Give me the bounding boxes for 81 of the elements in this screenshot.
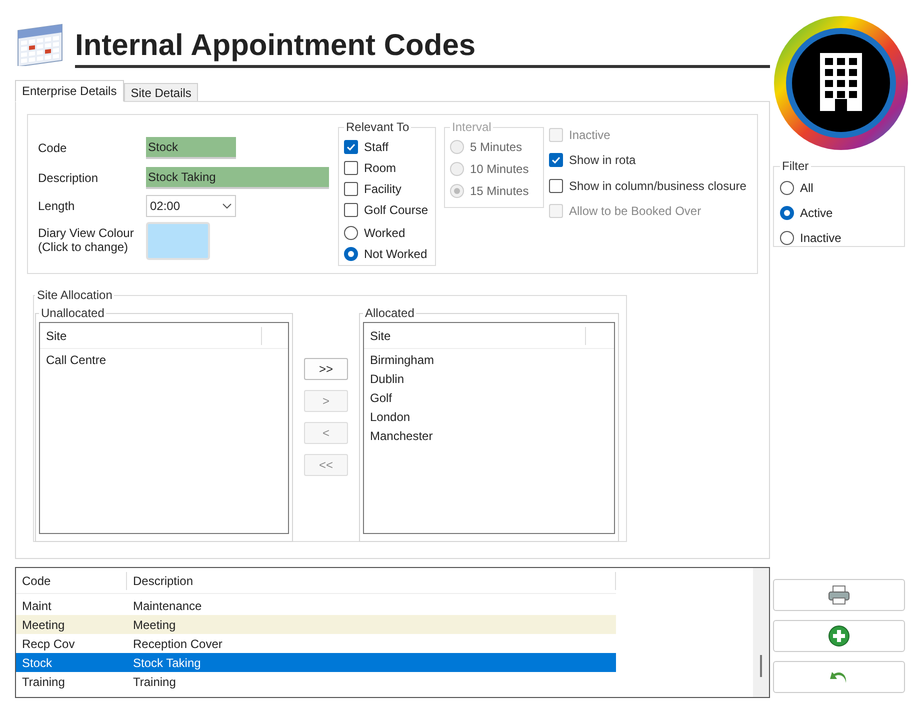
- printer-icon: [827, 585, 851, 605]
- radio-button[interactable]: [780, 230, 794, 244]
- checkbox[interactable]: [344, 160, 358, 174]
- length-dropdown[interactable]: 02:00: [146, 195, 236, 217]
- option-label: Show in rota: [569, 152, 636, 170]
- group-title: Unallocated: [40, 305, 106, 322]
- field-label: Description: [38, 170, 100, 187]
- group-title: Site Allocation: [36, 287, 114, 304]
- group-title: Relevant To: [345, 119, 410, 136]
- checkbox[interactable]: [344, 202, 358, 216]
- checkbox[interactable]: [344, 182, 358, 196]
- column-header[interactable]: Description: [127, 572, 616, 590]
- site-item[interactable]: Birmingham: [370, 351, 614, 369]
- option-label: Inactive: [800, 230, 842, 246]
- table-cell-text: Stock Taking: [132, 654, 201, 672]
- tab[interactable]: Enterprise Details: [15, 80, 124, 102]
- table-row[interactable]: Training Training: [16, 672, 616, 691]
- option-label: Not Worked: [364, 246, 428, 262]
- column-header[interactable]: Site: [364, 326, 586, 344]
- table-cell-text: Recp Cov: [21, 636, 76, 652]
- option-label: Inactive: [569, 126, 610, 144]
- code-field[interactable]: Stock: [146, 137, 236, 159]
- option-label: Golf Course: [364, 202, 428, 218]
- radio-button[interactable]: [780, 206, 794, 220]
- option-label: Allow to be Booked Over: [569, 203, 702, 220]
- option-label: Active: [800, 204, 833, 222]
- group-title: Allocated: [364, 305, 416, 322]
- table-row[interactable]: Maint Maintenance: [16, 596, 616, 615]
- table-cell-text: Stock: [21, 654, 54, 672]
- checkbox[interactable]: [549, 153, 563, 168]
- table-cell-text: Maint: [21, 598, 52, 614]
- group-title: Filter: [781, 158, 810, 175]
- site-item[interactable]: Call Centre: [46, 351, 288, 369]
- table-cell-text: Reception Cover: [132, 636, 222, 652]
- table-cell-text: Training: [21, 674, 66, 690]
- column-header[interactable]: Code: [16, 572, 127, 590]
- table-cell-text: Meeting: [132, 616, 176, 634]
- radio-button[interactable]: [344, 226, 358, 240]
- radio-button[interactable]: [344, 246, 358, 260]
- site-item[interactable]: Manchester: [370, 427, 614, 445]
- field-label: Length: [38, 198, 76, 215]
- option-label: 10 Minutes: [470, 161, 529, 178]
- column-header[interactable]: Site: [40, 326, 262, 344]
- table-row[interactable]: Meeting Meeting: [16, 615, 616, 634]
- print-button[interactable]: [773, 579, 905, 611]
- check-icon: [551, 155, 561, 166]
- undo-icon: [829, 669, 849, 685]
- check-icon: [346, 142, 356, 152]
- site-list[interactable]: Site Call Centre: [39, 322, 289, 534]
- colour-swatch[interactable]: [146, 222, 210, 260]
- option-label: 15 Minutes: [470, 183, 529, 200]
- plus-icon: [828, 625, 850, 647]
- tab[interactable]: Site Details: [124, 83, 198, 102]
- radio-button[interactable]: [780, 180, 794, 194]
- scrollbar[interactable]: [753, 568, 769, 697]
- option-label: Facility: [364, 180, 402, 198]
- option-label: Room: [364, 160, 396, 176]
- site-item[interactable]: London: [370, 408, 614, 426]
- move-button[interactable]: >>: [304, 358, 348, 380]
- option-label: Staff: [364, 138, 388, 156]
- table-cell-text: Maintenance: [132, 598, 202, 614]
- description-field[interactable]: Stock Taking: [146, 167, 329, 189]
- checkbox[interactable]: [549, 178, 563, 193]
- option-label: All: [800, 180, 814, 196]
- table-cell-text: Meeting: [21, 616, 66, 634]
- site-item[interactable]: Dublin: [370, 370, 614, 388]
- table-cell-text: Training: [132, 674, 176, 690]
- site-list[interactable]: Site Birmingham Dublin Golf London Manchester: [363, 322, 615, 534]
- chevron-icon: [222, 203, 232, 209]
- option-label: Show in column/business closure: [569, 178, 746, 195]
- table-row[interactable]: Stock Stock Taking: [16, 653, 616, 672]
- checkbox[interactable]: [344, 140, 358, 154]
- group-title: Interval: [451, 119, 492, 136]
- field-label: Code: [38, 140, 68, 157]
- field-label: Diary View Colour (Click to change): [38, 225, 135, 254]
- option-label: 5 Minutes: [470, 139, 522, 156]
- add-button[interactable]: [773, 620, 905, 652]
- site-item[interactable]: Golf: [370, 389, 614, 407]
- table-row[interactable]: Recp Cov Reception Cover: [16, 634, 616, 653]
- option-label: Worked: [364, 224, 406, 242]
- page-title: Internal Appointment Codes: [75, 29, 476, 62]
